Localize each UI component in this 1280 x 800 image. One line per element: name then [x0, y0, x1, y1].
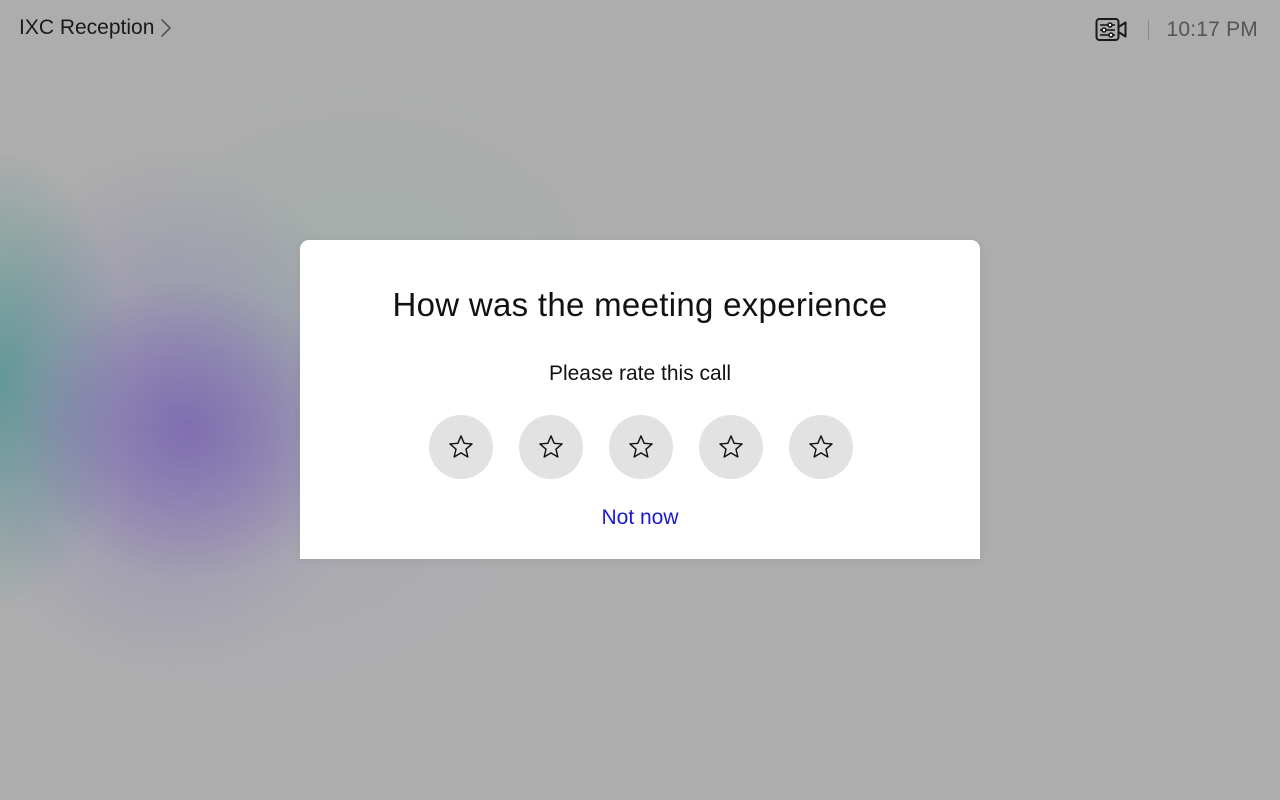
dialog-title: How was the meeting experience	[392, 286, 888, 323]
dialog-subtitle: Please rate this call	[548, 362, 732, 385]
rating-dialog: How was the meeting experience Please ra…	[300, 240, 980, 559]
star-5-button[interactable]	[789, 415, 853, 479]
room-name-button[interactable]: IXC Reception	[19, 16, 174, 40]
star-1-button[interactable]	[429, 415, 493, 479]
chevron-right-icon	[160, 17, 174, 39]
camera-controls-button[interactable]	[1094, 15, 1128, 45]
star-rating	[429, 415, 853, 479]
star-2-button[interactable]	[519, 415, 583, 479]
star-3-button[interactable]	[609, 415, 673, 479]
top-bar: IXC Reception 10:17 PM	[0, 0, 1280, 58]
star-outline-icon	[719, 435, 743, 458]
star-4-button[interactable]	[699, 415, 763, 479]
star-outline-icon	[539, 435, 563, 458]
not-now-button[interactable]: Not now	[300, 506, 980, 530]
star-outline-icon	[449, 435, 473, 458]
divider	[1147, 20, 1149, 40]
camera-controls-icon	[1095, 18, 1126, 41]
star-outline-icon	[809, 435, 833, 458]
clock: 10:17 PM	[1166, 18, 1258, 41]
star-outline-icon	[629, 435, 653, 458]
status-area: 10:17 PM	[1094, 14, 1259, 46]
room-name-label: IXC Reception	[19, 16, 155, 39]
